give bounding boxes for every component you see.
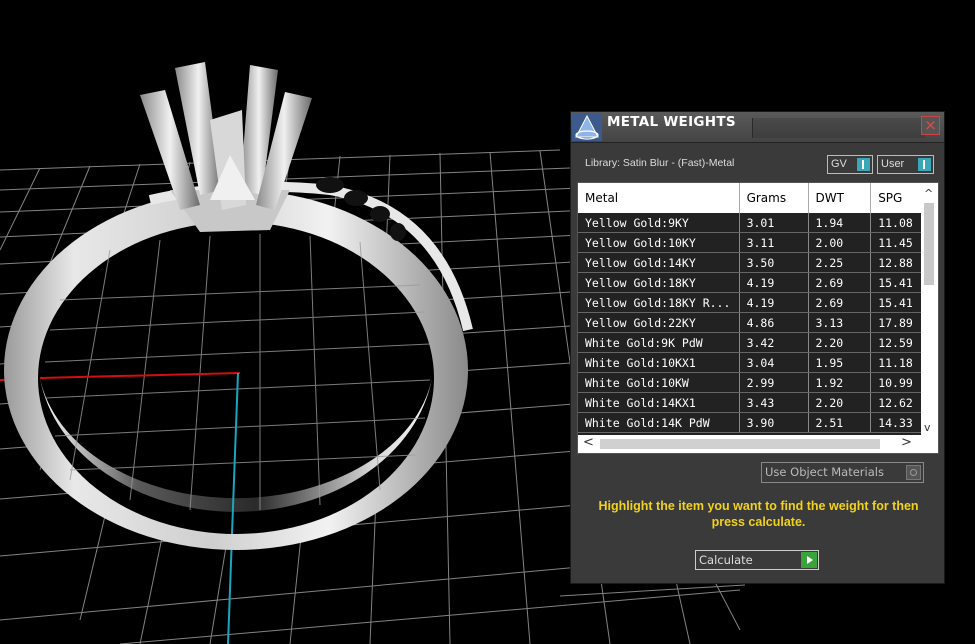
ring-model[interactable]: [4, 62, 473, 550]
cell-grams: 3.50: [739, 252, 809, 273]
cell-dwt: 1.92: [808, 372, 872, 393]
cell-grams: 4.19: [739, 292, 809, 313]
table-row[interactable]: White Gold:10KW 2.99 1.92 10.99: [578, 372, 938, 393]
cell-metal: Yellow Gold:14KY: [578, 252, 740, 273]
use-object-materials-toggle[interactable]: Use Object Materials: [761, 462, 924, 483]
scroll-right-icon[interactable]: >: [901, 435, 912, 450]
table-row[interactable]: White Gold:14KX1 3.43 2.20 12.62: [578, 392, 938, 413]
app-logo-icon: [572, 113, 602, 141]
cell-metal: Yellow Gold:10KY: [578, 232, 740, 253]
table-row[interactable]: White Gold:9K PdW 3.42 2.20 12.59: [578, 332, 938, 353]
table-row[interactable]: Yellow Gold:22KY 4.86 3.13 17.89: [578, 312, 938, 333]
cell-dwt: 2.51: [808, 412, 872, 433]
cell-dwt: 2.69: [808, 272, 872, 293]
titlebar-spacer: [752, 118, 925, 138]
calculate-label: Calculate: [699, 553, 753, 567]
instruction-text: Highlight the item you want to find the …: [598, 499, 919, 529]
cell-dwt: 3.13: [808, 312, 872, 333]
table-row[interactable]: White Gold:10KX1 3.04 1.95 11.18: [578, 352, 938, 373]
cell-grams: 2.99: [739, 372, 809, 393]
scroll-down-icon[interactable]: v: [924, 421, 931, 434]
horizontal-scroll-thumb[interactable]: [600, 439, 880, 449]
scroll-up-icon[interactable]: ^: [924, 187, 933, 200]
column-header-grams[interactable]: Grams: [739, 183, 809, 213]
cell-metal: White Gold:9K PdW: [578, 332, 740, 353]
cell-dwt: 2.25: [808, 252, 872, 273]
cell-metal: White Gold:10KW: [578, 372, 740, 393]
cell-metal: White Gold:14KX1: [578, 392, 740, 413]
cell-metal: Yellow Gold:22KY: [578, 312, 740, 333]
cell-metal: Yellow Gold:18KY: [578, 272, 740, 293]
cell-dwt: 2.20: [808, 332, 872, 353]
radio-icon: [906, 465, 921, 480]
table-row[interactable]: Yellow Gold:14KY 3.50 2.25 12.88: [578, 252, 938, 273]
horizontal-scrollbar[interactable]: < >: [578, 435, 938, 453]
metal-weights-panel: METAL WEIGHTS × Library: Satin Blur - (F…: [570, 111, 945, 584]
scroll-left-icon[interactable]: <: [583, 435, 594, 450]
cell-grams: 3.01: [739, 213, 809, 233]
cell-grams: 3.11: [739, 232, 809, 253]
cell-metal: Yellow Gold:18KY R...: [578, 292, 740, 313]
gv-toggle[interactable]: GV: [827, 155, 873, 174]
panel-titlebar[interactable]: METAL WEIGHTS ×: [571, 112, 944, 143]
user-toggle[interactable]: User: [877, 155, 934, 174]
column-header-dwt[interactable]: DWT: [808, 183, 872, 213]
calculate-button[interactable]: Calculate: [695, 550, 819, 570]
table-header-row: Metal Grams DWT SPG: [578, 183, 938, 213]
cell-metal: White Gold:14K PdW: [578, 412, 740, 433]
column-header-metal[interactable]: Metal: [578, 183, 740, 213]
cell-dwt: 2.69: [808, 292, 872, 313]
metals-table[interactable]: Metal Grams DWT SPG Yellow Gold:9KY 3.01 1…: [577, 182, 939, 454]
cell-dwt: 2.00: [808, 232, 872, 253]
user-toggle-switch-icon: [918, 158, 931, 171]
cell-grams: 3.90: [739, 412, 809, 433]
table-row[interactable]: White Gold:14K PdW 3.90 2.51 14.33: [578, 412, 938, 433]
cell-dwt: 1.95: [808, 352, 872, 373]
cell-grams: 3.42: [739, 332, 809, 353]
cell-dwt: 1.94: [808, 213, 872, 233]
library-label: Library: Satin Blur - (Fast)-Metal: [585, 157, 735, 169]
vertical-scrollbar[interactable]: ^ v: [921, 183, 938, 436]
cell-metal: Yellow Gold:9KY: [578, 213, 740, 233]
table-row[interactable]: Yellow Gold:18KY R... 4.19 2.69 15.41: [578, 292, 938, 313]
cell-grams: 3.43: [739, 392, 809, 413]
play-icon: [801, 552, 817, 568]
table-row[interactable]: Yellow Gold:9KY 3.01 1.94 11.08: [578, 213, 938, 233]
user-toggle-label: User: [881, 158, 905, 170]
cell-metal: White Gold:10KX1: [578, 352, 740, 373]
table-row[interactable]: Yellow Gold:18KY 4.19 2.69 15.41: [578, 272, 938, 293]
use-object-materials-label: Use Object Materials: [765, 465, 884, 479]
close-button[interactable]: ×: [921, 116, 940, 135]
gv-toggle-switch-icon: [857, 158, 870, 171]
table-row[interactable]: Yellow Gold:10KY 3.11 2.00 11.45: [578, 232, 938, 253]
cell-grams: 4.86: [739, 312, 809, 333]
cell-grams: 3.04: [739, 352, 809, 373]
panel-title: METAL WEIGHTS: [607, 114, 736, 130]
cell-dwt: 2.20: [808, 392, 872, 413]
gv-toggle-label: GV: [831, 158, 847, 170]
cell-grams: 4.19: [739, 272, 809, 293]
vertical-scroll-thumb[interactable]: [924, 203, 934, 285]
